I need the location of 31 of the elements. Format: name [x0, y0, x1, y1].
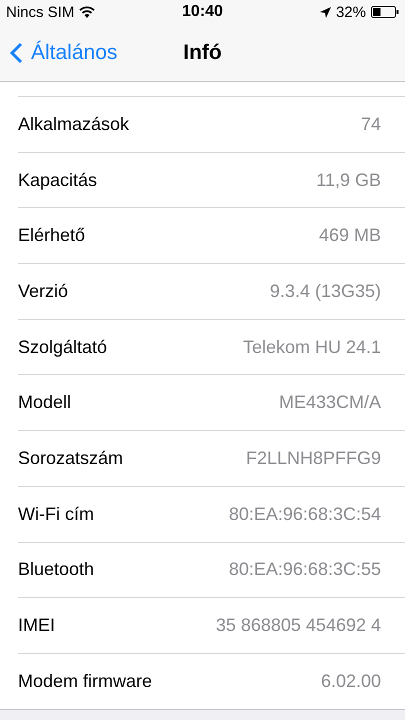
row-value: 6.02.00 [320, 670, 381, 692]
location-arrow-icon [320, 6, 331, 18]
row-label: Elérhető [18, 225, 86, 246]
row-label: Modell [18, 392, 72, 414]
row-value: F2LLNH8PFFG9 [246, 448, 381, 469]
row-value: 80:EA:96:68:3C:54 [228, 504, 381, 525]
row-label: Alkalmazások [18, 114, 130, 135]
row-value: 74 [360, 114, 381, 135]
row-value: 80:EA:96:68:3C:55 [228, 559, 381, 580]
page-title: Infó [183, 40, 222, 64]
carrier-label: Nincs SIM [6, 4, 74, 20]
battery-percentage: 32% [336, 4, 366, 20]
row-label: Sorozatszám [18, 448, 124, 469]
row-value: 469 MB [318, 225, 381, 246]
row-label: Modem firmware [18, 670, 152, 692]
row-label: Wi-Fi cím [18, 504, 94, 525]
back-button[interactable]: Általános [0, 40, 118, 64]
row-label: Verzió [18, 280, 68, 302]
row-value: 9.3.4 (13G35) [270, 280, 381, 302]
row-label: Kapacitás [18, 170, 98, 191]
row-value: 35 868805 454692 4 [216, 615, 381, 636]
row-value: Telekom HU 24.1 [242, 336, 381, 358]
row-label: Szolgáltató [18, 336, 108, 358]
clock-time: 10:40 [182, 3, 223, 21]
battery-icon [370, 6, 399, 18]
row-label: IMEI [18, 615, 56, 636]
wifi-icon [79, 6, 96, 18]
row-label: Bluetooth [18, 559, 94, 580]
row-value: ME433CM/A [278, 392, 381, 414]
row-value: 11,9 GB [316, 170, 381, 191]
back-chevron-icon [10, 42, 23, 64]
